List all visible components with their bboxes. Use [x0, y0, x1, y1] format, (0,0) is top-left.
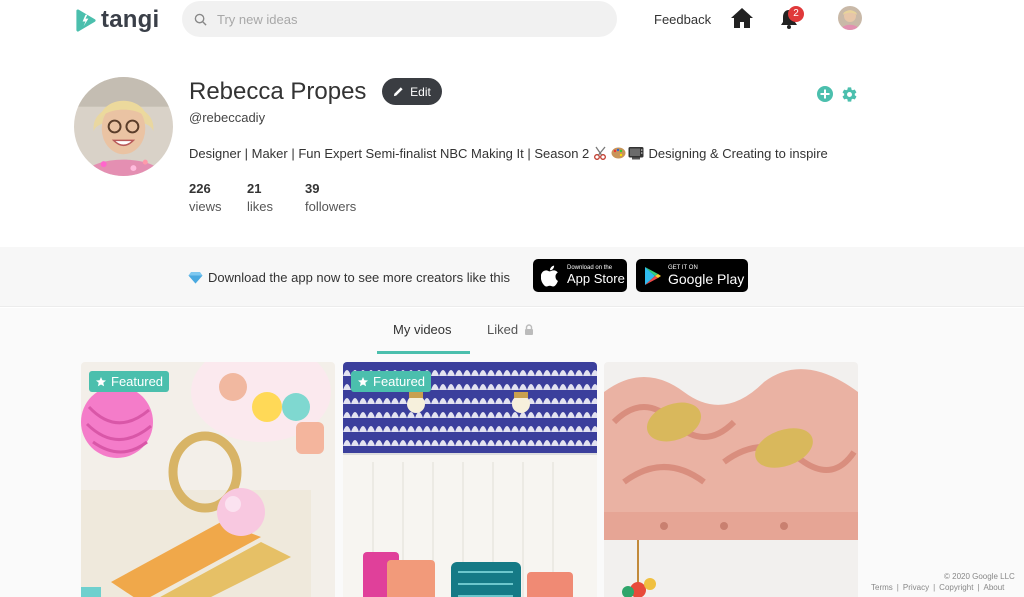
bio-text: Designer | Maker | Fun Expert Semi-final… [189, 146, 590, 161]
stat-label: views [189, 199, 222, 214]
tab-my-videos[interactable]: My videos [393, 322, 452, 337]
tangi-logo-icon [76, 8, 96, 32]
home-icon[interactable] [730, 7, 754, 29]
avatar-image [838, 6, 862, 30]
pencil-icon [394, 87, 403, 97]
palette-icon [611, 147, 626, 159]
profile-name: Rebecca Propes [189, 78, 367, 105]
search-bar[interactable] [182, 1, 617, 37]
banner-message: Download the app now to see more creator… [188, 270, 510, 285]
stat-label: followers [305, 199, 357, 214]
profile-stats: 226 views 21 likes 39 followers [189, 181, 356, 214]
google-play-button[interactable]: GET IT ON Google Play [636, 259, 748, 292]
app-download-banner: Download the app now to see more creator… [0, 247, 1024, 307]
badge-label: Featured [111, 374, 164, 389]
apple-icon [541, 265, 558, 287]
stat-value: 226 [189, 181, 211, 196]
appstore-big-text: App Store [567, 271, 625, 286]
lock-icon [525, 324, 534, 335]
video-thumbnail [343, 362, 597, 597]
stat-views: 226 views [189, 181, 247, 214]
stat-followers[interactable]: 39 followers [305, 181, 356, 214]
plus-circle-icon[interactable] [817, 86, 833, 102]
stat-value: 21 [247, 181, 262, 196]
footer-separator: | [896, 583, 899, 592]
star-icon [358, 376, 368, 386]
googleplay-big-text: Google Play [668, 271, 745, 287]
footer-link-about[interactable]: About [984, 583, 1005, 592]
edit-profile-button[interactable]: Edit [382, 78, 442, 105]
search-input[interactable] [217, 11, 597, 27]
tab-liked[interactable]: Liked [487, 322, 534, 337]
stat-value: 39 [305, 181, 320, 196]
bio-text-end: Designing & Creating to inspire [648, 146, 828, 161]
footer-link-terms[interactable]: Terms [871, 583, 893, 592]
footer-link-copyright[interactable]: Copyright [939, 583, 973, 592]
top-nav: tangi Feedback 2 [0, 0, 1024, 38]
star-icon [96, 376, 106, 386]
badge-label: Featured [373, 374, 426, 389]
footer-link-privacy[interactable]: Privacy [903, 583, 929, 592]
google-play-icon [645, 266, 661, 285]
video-card[interactable]: Featured [343, 362, 597, 597]
active-tab-indicator [377, 351, 470, 354]
edit-label: Edit [410, 84, 431, 99]
footer-separator: | [977, 583, 980, 592]
search-icon [194, 13, 207, 26]
video-thumbnail [81, 362, 335, 597]
scissors-icon [593, 146, 606, 160]
profile-photo [74, 77, 173, 176]
footer-separator: | [933, 583, 936, 592]
stat-likes: 21 likes [247, 181, 305, 214]
profile-handle: @rebeccadiy [189, 110, 266, 125]
notification-count-badge: 2 [788, 6, 804, 22]
featured-badge: Featured [89, 371, 170, 392]
avatar[interactable] [838, 6, 862, 30]
featured-badge: Featured [351, 371, 432, 392]
logo-text: tangi [101, 6, 160, 33]
tab-liked-label: Liked [487, 322, 519, 337]
footer-links: Terms | Privacy | Copyright | About [871, 583, 1004, 592]
stat-label: likes [247, 199, 274, 214]
profile-avatar [74, 77, 173, 176]
diamond-icon [188, 272, 203, 284]
copyright-text: © 2020 Google LLC [944, 572, 1015, 581]
video-thumbnail [604, 362, 858, 597]
logo[interactable]: tangi [74, 6, 159, 34]
video-card[interactable]: Featured [81, 362, 335, 597]
profile-bio: Designer | Maker | Fun Expert Semi-final… [189, 146, 828, 161]
feedback-link[interactable]: Feedback [654, 12, 711, 27]
video-card[interactable] [604, 362, 858, 597]
gear-icon[interactable] [841, 86, 858, 103]
banner-text: Download the app now to see more creator… [208, 270, 511, 285]
tv-icon [628, 147, 644, 160]
app-store-button[interactable]: Download on the App Store [533, 259, 627, 292]
